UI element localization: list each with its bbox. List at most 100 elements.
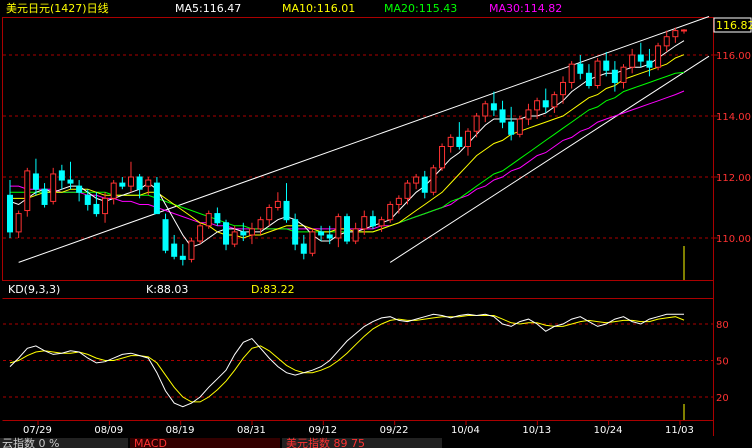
candle-body [672, 30, 679, 38]
candle-body [499, 109, 506, 123]
candle-body [594, 60, 601, 86]
candle-body [153, 182, 160, 215]
tab-index-label: 云指数 0 % [2, 436, 59, 448]
candle-body [240, 231, 247, 236]
d-readout: D:83.22 [251, 283, 295, 296]
candle-body [283, 200, 290, 221]
candle-body [127, 176, 134, 187]
panel-frames [2, 17, 714, 436]
candle-body [464, 130, 471, 147]
date-tick-label: 11/03 [665, 425, 694, 436]
candle-body [292, 219, 299, 245]
candle-body [15, 213, 22, 233]
candle-body [551, 94, 558, 108]
candle-body [473, 115, 480, 132]
tab-dollar-index-label: 美元指数 89 75 [286, 436, 365, 448]
candle-body [50, 173, 57, 202]
candle-body [76, 185, 83, 193]
candle-body [525, 109, 532, 120]
candle-body [439, 146, 446, 169]
ma30-line [10, 90, 685, 230]
candle-body [58, 170, 65, 181]
candle-body [508, 121, 515, 135]
candle-body [395, 197, 402, 205]
candle-body [482, 103, 489, 117]
candle-body [93, 203, 100, 215]
candle-body [611, 69, 618, 83]
date-axis-ticks: 07/29 08/09 08/19 08/31 09/12 09/22 10/04 10/13… [23, 421, 694, 436]
bottom-tabs: 云指数 0 % MACD 美元指数 89 75 [0, 436, 442, 448]
date-tick-label: 09/12 [308, 425, 337, 436]
candle-body [378, 219, 385, 227]
ma20-readout: MA20:115.43 [384, 2, 457, 15]
candle-body [516, 118, 523, 135]
candle-body [568, 63, 575, 83]
date-tick-label: 07/29 [23, 425, 52, 436]
candle-body [655, 45, 662, 68]
candle-body [430, 167, 437, 193]
date-tick-label: 08/31 [237, 425, 266, 436]
candle-body [490, 103, 497, 111]
ma30-readout: MA30:114.82 [489, 2, 562, 15]
candle-body [205, 213, 212, 227]
candle-body [110, 182, 117, 199]
candle-body [231, 231, 238, 245]
date-tick-label: 08/19 [166, 425, 195, 436]
chart-title: 美元日元(1427)日线 [6, 1, 109, 15]
candle-body [421, 176, 428, 193]
date-tick-label: 09/22 [380, 425, 409, 436]
current-price: 116.82 [716, 19, 752, 32]
date-tick-label: 10/13 [522, 425, 551, 436]
candle-body [257, 219, 264, 230]
ma10-readout: MA10:116.01 [282, 2, 355, 15]
ma20-line [10, 71, 685, 233]
candle-body [681, 29, 687, 32]
candle-body [603, 60, 610, 71]
kd-label: KD(9,3,3) [8, 283, 60, 296]
candle-body [188, 240, 195, 260]
candle-body [369, 216, 376, 227]
candle-body [41, 188, 48, 205]
ma5-readout: MA5:116.47 [175, 2, 241, 15]
candle-body [248, 228, 255, 236]
candle-body [585, 72, 592, 87]
candle-body [32, 173, 39, 190]
candle-body [145, 179, 152, 187]
candle-body [162, 219, 169, 251]
candle-body [318, 231, 325, 236]
candle-body [663, 36, 670, 47]
date-tick-label: 10/24 [594, 425, 623, 436]
candle-body [274, 200, 281, 208]
candle-body [352, 228, 359, 242]
candle-body [179, 255, 186, 260]
candle-body [214, 213, 221, 224]
price-tick-label: 116.00 [716, 51, 751, 62]
candle-body [102, 197, 109, 215]
kd-axis-ticks: 80 50 20 [716, 320, 729, 404]
price-tick-label: 110.00 [716, 234, 751, 245]
candle-body [136, 176, 143, 190]
candle-body [534, 100, 541, 111]
candle-body [326, 234, 333, 239]
candle-body [361, 216, 368, 230]
candle-body [300, 243, 307, 254]
price-grid [3, 54, 713, 239]
candle-body [335, 216, 342, 239]
candle-body [447, 136, 454, 148]
candle-body [119, 182, 126, 187]
tab-macd-label: MACD [134, 437, 167, 448]
candle-body [171, 243, 178, 257]
candle-body [404, 182, 411, 199]
k-readout: K:88.03 [146, 283, 188, 296]
candle-body [560, 81, 567, 96]
candle-body [67, 179, 74, 184]
candle-body [413, 176, 420, 184]
candle-body [629, 54, 636, 68]
candle-body [620, 66, 627, 83]
candle-body [84, 194, 91, 205]
candle-body [577, 63, 584, 74]
candle-body [223, 222, 230, 245]
price-axis-ticks: 116.00 114.00 112.00 110.00 [713, 51, 751, 245]
candle-body [309, 231, 316, 254]
kd-tick-label: 50 [716, 357, 729, 368]
